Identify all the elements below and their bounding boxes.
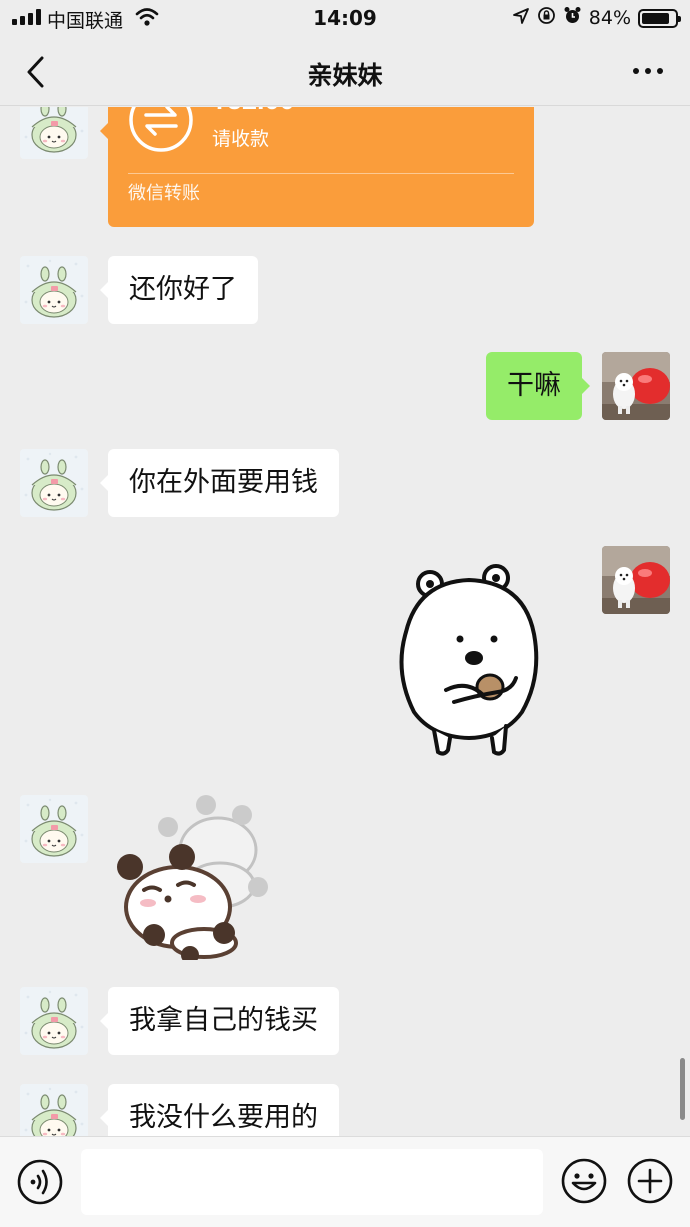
message-bubble[interactable]: 你在外面要用钱 xyxy=(100,449,339,517)
alarm-icon xyxy=(563,6,582,30)
transfer-amount: ¥52.00 xyxy=(212,107,295,116)
transfer-arrows-icon xyxy=(129,107,193,152)
sleepy-panda-sticker[interactable] xyxy=(108,795,273,960)
voice-icon[interactable] xyxy=(16,1158,64,1206)
status-bar: 中国联通 14:09 84% xyxy=(0,0,690,36)
contact-avatar[interactable] xyxy=(20,1084,88,1136)
input-bar xyxy=(0,1136,690,1227)
contact-avatar[interactable] xyxy=(20,107,88,159)
message-bubble-self[interactable]: 干嘛 xyxy=(486,352,590,420)
plus-icon[interactable] xyxy=(626,1157,674,1205)
message-bubble[interactable]: 我没什么要用的 xyxy=(100,1084,339,1136)
emoji-icon[interactable] xyxy=(560,1157,608,1205)
more-icon[interactable] xyxy=(628,54,668,88)
location-icon xyxy=(512,7,530,30)
chat-header: 亲妹妹 xyxy=(0,36,690,106)
scroll-indicator[interactable] xyxy=(680,1058,685,1120)
transfer-card[interactable]: ¥52.00 请收款 微信转账 xyxy=(100,107,534,227)
transfer-footer: 微信转账 xyxy=(128,183,200,204)
my-avatar[interactable] xyxy=(602,546,670,614)
contact-avatar[interactable] xyxy=(20,449,88,517)
transfer-status: 请收款 xyxy=(212,128,270,150)
message-input[interactable] xyxy=(81,1149,543,1215)
my-avatar[interactable] xyxy=(602,352,670,420)
chat-title: 亲妹妹 xyxy=(307,61,383,90)
contact-avatar[interactable] xyxy=(20,795,88,863)
message-bubble[interactable]: 还你好了 xyxy=(100,256,258,324)
message-list[interactable]: ¥52.00 请收款 微信转账 还你好了 干嘛 你在外面要用钱 xyxy=(0,107,690,1136)
white-bear-holding-cookie-sticker[interactable] xyxy=(394,562,544,757)
chevron-left-icon[interactable] xyxy=(18,52,58,92)
message-bubble[interactable]: 我拿自己的钱买 xyxy=(100,987,339,1055)
transfer-divider xyxy=(128,173,514,174)
battery-level xyxy=(642,12,669,24)
contact-avatar[interactable] xyxy=(20,987,88,1055)
orientation-lock-icon xyxy=(537,6,556,30)
battery-percent: 84% xyxy=(588,7,631,29)
battery-icon xyxy=(638,8,681,28)
contact-avatar[interactable] xyxy=(20,256,88,324)
